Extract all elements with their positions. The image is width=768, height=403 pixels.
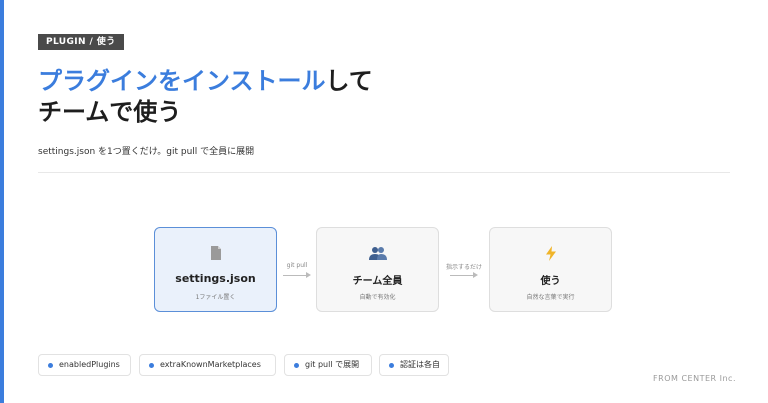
section-tag: PLUGIN / 使う — [38, 34, 124, 50]
arrow-head-icon — [306, 272, 311, 278]
chip-label: extraKnownMarketplaces — [160, 360, 261, 369]
bullet-dot-icon — [48, 363, 53, 368]
title-highlight: プラグインをインストール — [38, 67, 326, 95]
flow-card-desc: 1ファイル置く — [195, 294, 236, 301]
lightning-icon — [490, 244, 611, 262]
title-line-1: プラグインをインストールして — [38, 66, 373, 97]
chip-label: 認証は各自 — [400, 360, 440, 369]
chip-extra-known-marketplaces: extraKnownMarketplaces — [139, 354, 276, 376]
chip-label: enabledPlugins — [59, 360, 120, 369]
slide: PLUGIN / 使う プラグインをインストールして チームで使う settin… — [0, 0, 768, 403]
flow-arrow-2: 指示するだけ — [446, 262, 482, 282]
chip-label: git pull で展開 — [305, 360, 360, 369]
page-title: プラグインをインストールして チームで使う — [38, 66, 373, 128]
flow-card-desc: 自然な言葉で実行 — [526, 294, 575, 301]
flow-card-team: チーム全員 自動で有効化 — [316, 227, 439, 312]
flow-arrow-1: git pull — [281, 262, 313, 282]
arrow-line — [283, 275, 307, 276]
title-line-1-rest: して — [325, 67, 373, 95]
chip-enabled-plugins: enabledPlugins — [38, 354, 131, 376]
footer-brand: FROM CENTER Inc. — [653, 374, 736, 383]
title-line-2: チームで使う — [38, 98, 182, 126]
document-icon — [155, 244, 276, 262]
flow-card-use: 使う 自然な言葉で実行 — [489, 227, 612, 312]
flow-arrow-label: git pull — [286, 262, 308, 269]
bullet-dot-icon — [149, 363, 154, 368]
subtitle: settings.json を1つ置くだけ。git pull で全員に展開 — [38, 147, 255, 157]
flow-card-name: チーム全員 — [352, 276, 403, 287]
arrow-head-icon — [473, 272, 478, 278]
flow-card-name: 使う — [540, 276, 561, 287]
flow-card-name: settings.json — [175, 272, 256, 285]
bullet-dot-icon — [389, 363, 394, 368]
flow-card-settings: settings.json 1ファイル置く — [154, 227, 277, 312]
chip-git-pull: git pull で展開 — [284, 354, 372, 376]
team-icon — [317, 244, 438, 262]
arrow-line — [450, 275, 474, 276]
bullet-dot-icon — [294, 363, 299, 368]
divider — [38, 172, 730, 173]
chip-auth: 認証は各自 — [379, 354, 449, 376]
flow-card-desc: 自動で有効化 — [359, 294, 396, 301]
flow-arrow-label: 指示するだけ — [445, 264, 482, 271]
